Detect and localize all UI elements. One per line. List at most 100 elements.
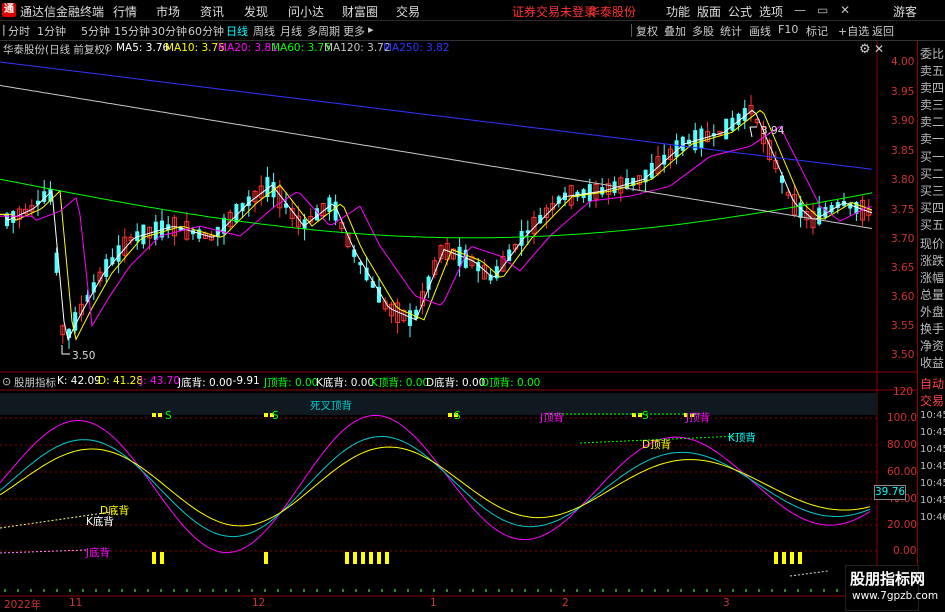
volume-tick <box>264 589 266 592</box>
period-multi[interactable]: 多周期 <box>307 23 340 39</box>
menu-wealth[interactable]: 财富圈 <box>342 3 378 20</box>
sidebar-item-ask3[interactable]: 卖三 <box>920 96 945 113</box>
volume-tick <box>56 589 58 592</box>
login-notice[interactable]: 证券交易未登录 <box>512 3 596 20</box>
quote-sidebar: 委比 卖五 卖四 卖三 卖二 卖一 买一 买二 买三 买四 买五 现价 涨跌 涨… <box>917 41 945 609</box>
sidebar-item-net-assets[interactable]: 净资 <box>920 337 945 354</box>
period-30min[interactable]: 30分钟 <box>151 23 187 39</box>
sidebar-item-trade[interactable]: 交易 <box>920 392 945 409</box>
volume-tick <box>446 589 448 592</box>
sidebar-item-auto[interactable]: 自动 <box>920 375 945 392</box>
volume-tick <box>589 589 591 592</box>
volume-tick <box>225 589 227 592</box>
btn-f10[interactable]: F10 <box>778 23 798 36</box>
period-more[interactable]: 更多 <box>343 23 365 39</box>
sidebar-item-ask4[interactable]: 卖四 <box>920 79 945 96</box>
indicator-title[interactable]: 股朋指标 <box>14 375 56 390</box>
sidebar-item-bid3[interactable]: 买三 <box>920 182 945 199</box>
settings-gear-icon[interactable]: ⚙ <box>859 42 871 57</box>
menu-news[interactable]: 资讯 <box>200 3 224 20</box>
volume-tick <box>160 589 162 592</box>
volume-tick <box>147 589 149 592</box>
period-daily[interactable]: 日线 <box>226 23 248 39</box>
bottom-signal-bar <box>369 552 373 564</box>
sidebar-time: 10:46 <box>920 512 945 523</box>
menu-options[interactable]: 选项 <box>759 3 783 20</box>
ma20-value: MA20: 3.81 <box>218 42 278 54</box>
user-label[interactable]: 游客 <box>893 3 917 20</box>
sidebar-item-bid5[interactable]: 买五 <box>920 216 945 233</box>
k-bottom-div-label: K底背 <box>86 516 114 528</box>
sidebar-item-bid4[interactable]: 买四 <box>920 199 945 216</box>
period-60min[interactable]: 60分钟 <box>188 23 224 39</box>
volume-tick <box>69 589 71 592</box>
d-top-div-value: D顶背: 0.00 <box>481 377 541 389</box>
period-weekly[interactable]: 周线 <box>253 23 275 39</box>
chart-close-icon[interactable]: ✕ <box>874 42 884 56</box>
volume-tick <box>823 589 825 592</box>
volume-tick <box>719 589 721 592</box>
btn-mark[interactable]: 标记 <box>806 23 828 39</box>
bottom-signal-bar <box>798 552 802 564</box>
app-logo-icon: 通 <box>2 3 16 17</box>
sidebar-item-ratio[interactable]: 委比 <box>920 45 945 62</box>
sidebar-item-turnover[interactable]: 换手 <box>920 320 945 337</box>
menu-assistant[interactable]: 问小达 <box>288 3 324 20</box>
sidebar-item-volume[interactable]: 总量 <box>920 286 945 303</box>
volume-tick <box>758 589 760 592</box>
sidebar-item-ask2[interactable]: 卖二 <box>920 113 945 130</box>
btn-multi-stock[interactable]: 多股 <box>692 23 714 39</box>
sidebar-item-earnings[interactable]: 收益 <box>920 354 945 371</box>
menu-function[interactable]: 功能 <box>666 3 690 20</box>
period-5min[interactable]: 5分钟 <box>81 23 110 39</box>
sidebar-item-price[interactable]: 现价 <box>920 235 945 252</box>
j-value: J: 43.70 <box>140 375 181 387</box>
close-icon[interactable]: ✕ <box>840 3 850 17</box>
volume-tick <box>173 589 175 592</box>
moving-average-line <box>0 125 873 328</box>
volume-tick <box>810 589 812 592</box>
menu-market[interactable]: 行情 <box>113 3 137 20</box>
stock-name-title: 华泰股份 <box>588 5 637 19</box>
btn-draw[interactable]: 画线 <box>749 23 771 39</box>
menu-formula[interactable]: 公式 <box>728 3 752 20</box>
minimize-icon[interactable]: — <box>794 3 806 17</box>
btn-add-favorite[interactable]: +自选 <box>838 23 869 39</box>
sidebar-item-bid1[interactable]: 买一 <box>920 148 945 165</box>
volume-tick <box>407 589 409 592</box>
d-bottom-div-value: D底背: 0.00 <box>426 377 486 389</box>
sidebar-item-ask5[interactable]: 卖五 <box>920 62 945 79</box>
sidebar-toggle-icon[interactable]: | <box>2 23 6 36</box>
btn-adjust[interactable]: 复权 <box>636 23 658 39</box>
restore-icon[interactable]: ▭ <box>817 3 828 17</box>
top-signal-bar <box>152 413 156 417</box>
sidebar-item-change[interactable]: 涨跌 <box>920 252 945 269</box>
menu-trade[interactable]: 交易 <box>396 3 420 20</box>
btn-overlay[interactable]: 叠加 <box>664 23 686 39</box>
top-signal-bar <box>448 413 452 417</box>
menu-layout[interactable]: 版面 <box>697 3 721 20</box>
high-price-label: 3.94 <box>761 125 785 137</box>
bottom-signal-bar <box>774 552 778 564</box>
volume-tick <box>706 589 708 592</box>
bottom-signal-bar <box>385 552 389 564</box>
menu-discover[interactable]: 发现 <box>244 3 268 20</box>
volume-tick <box>459 589 461 592</box>
btn-stats[interactable]: 统计 <box>720 23 742 39</box>
volume-tick <box>433 589 435 592</box>
period-monthly[interactable]: 月线 <box>280 23 302 39</box>
bottom-signal-bar <box>790 552 794 564</box>
period-more-arrow-icon[interactable]: ▸ <box>368 23 374 36</box>
ma-toggle-icon[interactable]: ⊙ <box>104 42 113 54</box>
period-intraday[interactable]: 分时 <box>8 23 30 39</box>
indicator-toggle-icon[interactable]: ⊙ <box>2 375 11 388</box>
time-label: 3 <box>723 597 730 609</box>
sidebar-item-ask1[interactable]: 卖一 <box>920 130 945 147</box>
sidebar-item-change-pct[interactable]: 涨幅 <box>920 269 945 286</box>
period-15min[interactable]: 15分钟 <box>114 23 150 39</box>
sidebar-item-outer[interactable]: 外盘 <box>920 303 945 320</box>
menu-markets[interactable]: 市场 <box>156 3 180 20</box>
sidebar-item-bid2[interactable]: 买二 <box>920 165 945 182</box>
btn-back[interactable]: 返回 <box>872 23 894 39</box>
period-1min[interactable]: 1分钟 <box>37 23 66 39</box>
